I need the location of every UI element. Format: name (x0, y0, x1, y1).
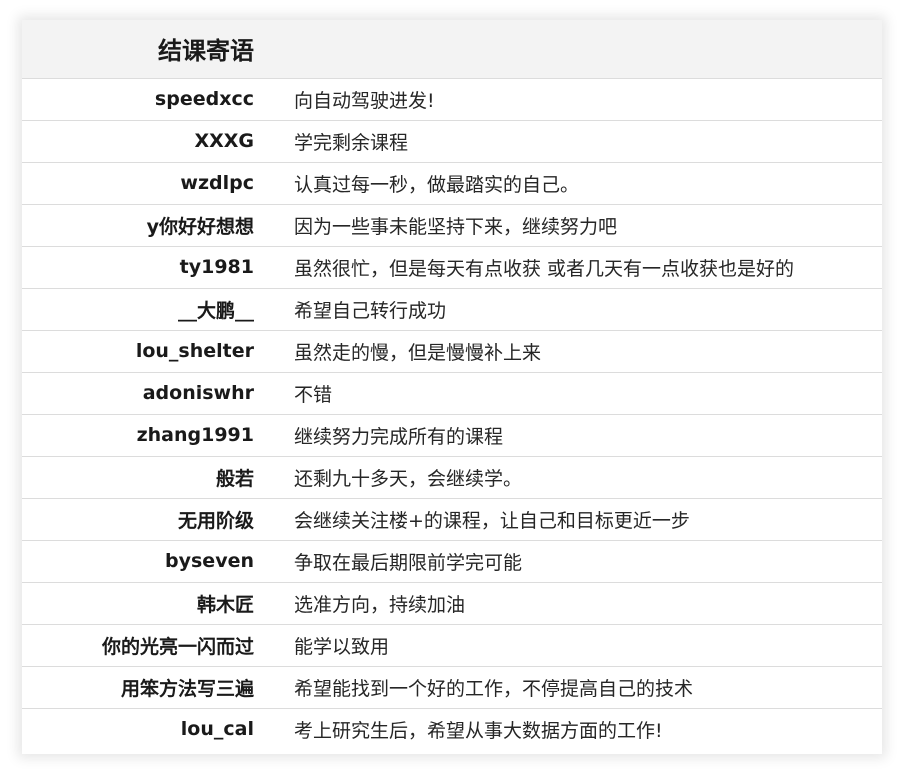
user-name: wzdlpc (180, 172, 254, 194)
table-row: __大鹏__ 希望自己转行成功 (22, 288, 882, 330)
user-name: XXXG (194, 130, 254, 152)
table-header-row: 结课寄语 (22, 20, 882, 78)
header-title: 结课寄语 (158, 37, 254, 66)
user-name: zhang1991 (136, 424, 254, 446)
table-row: 你的光亮一闪而过 能学以致用 (22, 624, 882, 666)
user-message: 会继续关注楼+的课程，让自己和目标更近一步 (294, 509, 690, 532)
table-body: speedxcc 向自动驾驶进发! XXXG 学完剩余课程 wzdlpc 认真过每一秒，做… (22, 78, 882, 750)
user-name: 般若 (215, 467, 254, 490)
table-row: lou_cal 考上研究生后，希望从事大数据方面的工作! (22, 708, 882, 750)
user-name: lou_shelter (135, 340, 254, 362)
user-message: 希望能找到一个好的工作，不停提高自己的技术 (294, 677, 694, 700)
table-row: 韩木匠 选准方向，持续加油 (22, 582, 882, 624)
user-message: 认真过每一秒，做最踏实的自己。 (294, 173, 580, 196)
user-name: byseven (165, 550, 254, 572)
user-name: speedxcc (154, 88, 254, 110)
user-message: 能学以致用 (294, 635, 390, 658)
messages-table: 结课寄语 speedxcc 向自动驾驶进发! XXXG 学完剩余课程 wzdlpc 认真过… (22, 20, 882, 750)
messages-card: 结课寄语 speedxcc 向自动驾驶进发! XXXG 学完剩余课程 wzdlpc 认真过… (22, 20, 882, 754)
user-message: 学完剩余课程 (294, 131, 409, 154)
user-message: 虽然走的慢，但是慢慢补上来 (294, 341, 542, 364)
table-row: 用笨方法写三遍 希望能找到一个好的工作，不停提高自己的技术 (22, 666, 882, 708)
user-name: 你的光亮一闪而过 (101, 635, 254, 658)
user-message: 因为一些事未能坚持下来，继续努力吧 (294, 215, 618, 238)
user-message: 向自动驾驶进发! (294, 89, 435, 112)
user-message: 争取在最后期限前学完可能 (294, 551, 523, 574)
user-message: 不错 (294, 383, 333, 406)
table-row: 无用阶级 会继续关注楼+的课程，让自己和目标更近一步 (22, 498, 882, 540)
user-name: lou_cal (180, 718, 254, 741)
user-name: 无用阶级 (177, 509, 254, 532)
table-row: XXXG 学完剩余课程 (22, 120, 882, 162)
user-message: 还剩九十多天，会继续学。 (294, 467, 523, 490)
user-name: 韩木匠 (196, 593, 254, 616)
table-row: speedxcc 向自动驾驶进发! (22, 78, 882, 120)
user-message: 考上研究生后，希望从事大数据方面的工作! (294, 719, 663, 742)
user-name: __大鹏__ (177, 299, 254, 322)
table-row: lou_shelter 虽然走的慢，但是慢慢补上来 (22, 330, 882, 372)
table-row: zhang1991 继续努力完成所有的课程 (22, 414, 882, 456)
header-blank (272, 20, 882, 78)
table-row: wzdlpc 认真过每一秒，做最踏实的自己。 (22, 162, 882, 204)
user-message: 继续努力完成所有的课程 (294, 425, 504, 448)
user-message: 希望自己转行成功 (294, 299, 447, 322)
user-message: 选准方向，持续加油 (294, 593, 466, 616)
table-row: ty1981 虽然很忙，但是每天有点收获 或者几天有一点收获也是好的 (22, 246, 882, 288)
table-row: byseven 争取在最后期限前学完可能 (22, 540, 882, 582)
user-message: 虽然很忙，但是每天有点收获 或者几天有一点收获也是好的 (294, 257, 795, 280)
table-row: adoniswhr 不错 (22, 372, 882, 414)
table-row: 般若 还剩九十多天，会继续学。 (22, 456, 882, 498)
user-name: ty1981 (179, 256, 254, 278)
user-name: y你好好想想 (146, 215, 254, 238)
user-name: 用笨方法写三遍 (120, 677, 254, 700)
table-row: y你好好想想 因为一些事未能坚持下来，继续努力吧 (22, 204, 882, 246)
user-name: adoniswhr (142, 382, 254, 404)
